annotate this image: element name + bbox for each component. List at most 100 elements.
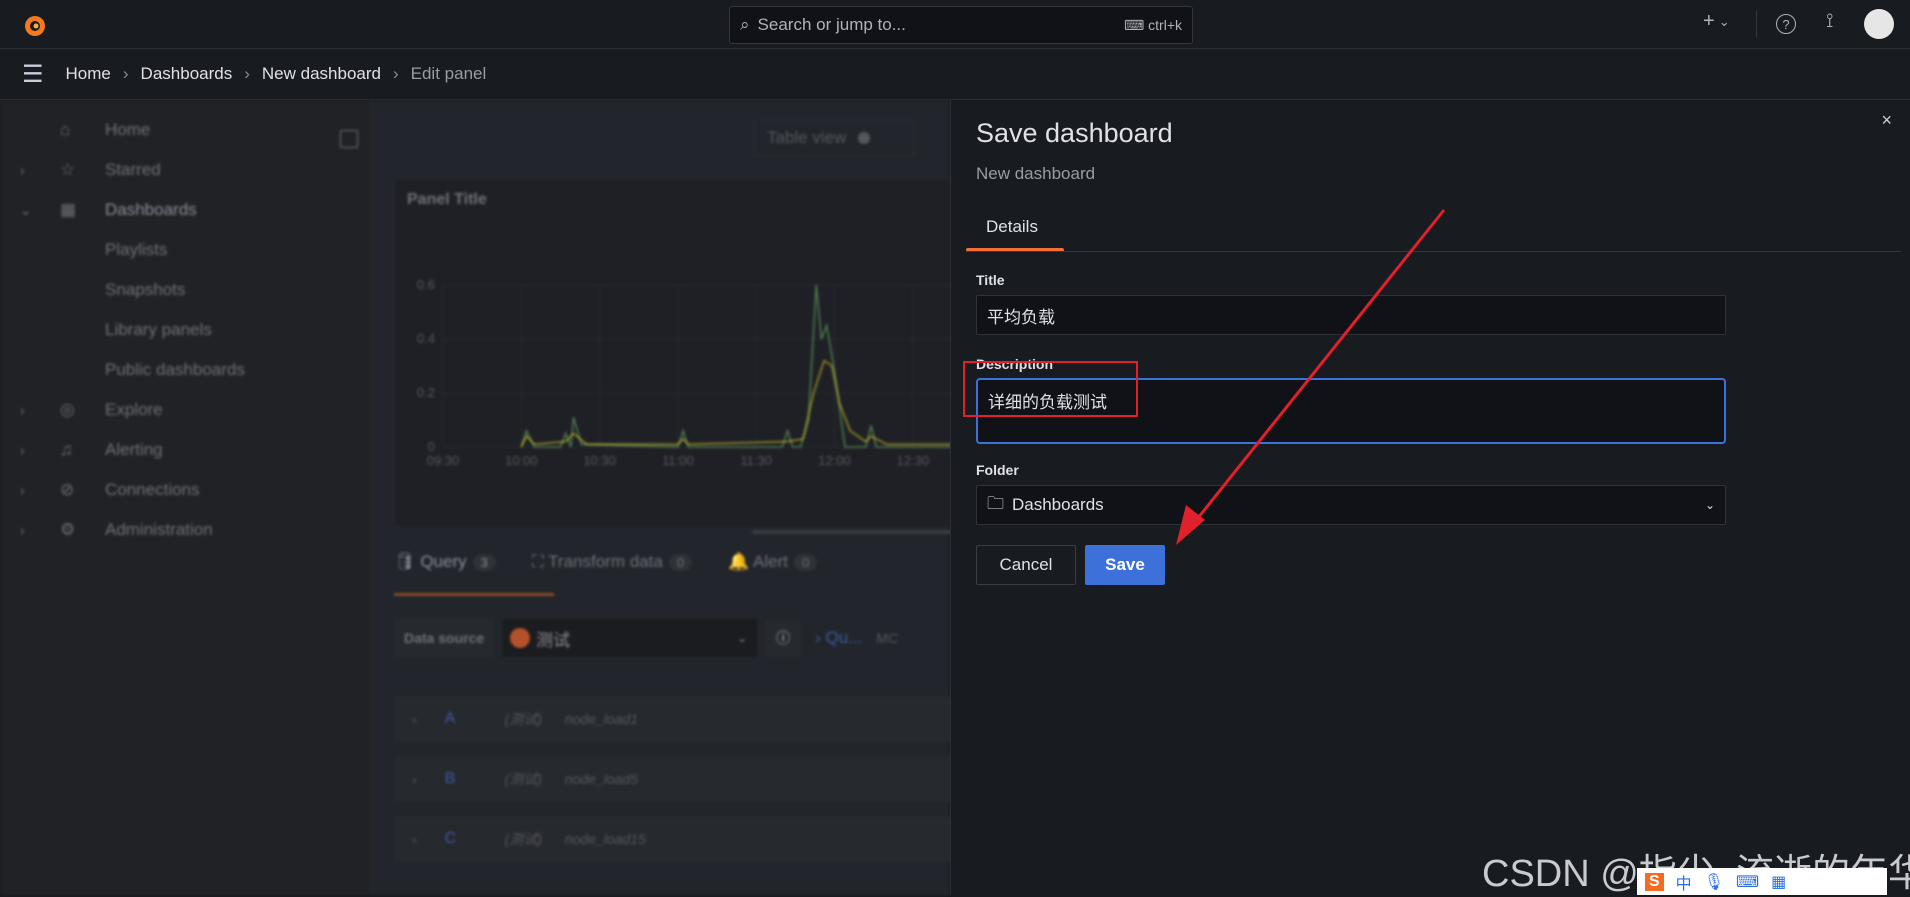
sidebar-item-label: Connections [105, 480, 200, 499]
cog-icon: ⚙ [60, 520, 76, 539]
close-icon[interactable]: × [1881, 110, 1892, 131]
sidebar-item-label: Playlists [105, 240, 168, 259]
search-icon: ⌕ [740, 15, 750, 34]
y-tick-label: 0.4 [417, 331, 435, 346]
sidebar-item-label: Library panels [105, 320, 212, 339]
datasource-icon [510, 628, 531, 648]
top-bar: ⌕ Search or jump to... ⌨ ctrl+k + ⌄ ? ⟟ [0, 0, 1910, 49]
x-tick-label: 10:30 [583, 453, 616, 468]
sidebar-item-home[interactable]: ⌂ Home [0, 110, 372, 150]
apps-icon: ▦ [60, 200, 77, 219]
sidebar-item-explore[interactable]: › ◎ Explore [0, 390, 372, 430]
menu-toggle-icon[interactable]: ☰ [22, 60, 44, 89]
chevron-right-icon[interactable]: › [20, 522, 25, 538]
description-textarea[interactable]: 详细的负载测试 [976, 378, 1726, 444]
sidebar-item-library-panels[interactable]: Library panels [0, 310, 372, 350]
tab-details[interactable]: Details [986, 217, 1038, 237]
drawer-subtitle: New dashboard [976, 164, 1096, 183]
sidebar-item-starred[interactable]: › ☆ Starred [0, 150, 372, 190]
chevron-right-icon[interactable]: › [412, 711, 417, 727]
datasource-help-button[interactable]: ⓘ [765, 619, 802, 657]
drawer-title: Save dashboard [976, 118, 1173, 148]
sidebar-item-playlists[interactable]: Playlists [0, 230, 372, 270]
datasource-row: Data source 测试 ⌄ ⓘ › Qu... MC [394, 618, 954, 658]
grafana-logo-icon[interactable] [22, 12, 48, 38]
query-ref: C [444, 830, 457, 847]
save-button[interactable]: Save [1085, 545, 1165, 585]
x-tick-label: 10:00 [505, 453, 538, 468]
news-rss-icon[interactable]: ⟟ [1826, 10, 1833, 33]
chevron-right-icon[interactable]: › [20, 162, 25, 178]
query-ref: B [444, 770, 456, 787]
sidebar-item-label: Alerting [105, 440, 163, 459]
chevron-right-icon[interactable]: › [20, 402, 25, 418]
table-view-toggle[interactable]: Table view [754, 120, 914, 156]
sidebar-item-label: Dashboards [105, 200, 197, 219]
keyboard-icon: ⌨ [1736, 873, 1760, 891]
chevron-down-icon: ⌄ [1718, 13, 1730, 29]
sidebar-item-label: Home [105, 120, 151, 139]
series-line-2 [520, 359, 952, 448]
breadcrumb-new-dashboard[interactable]: New dashboard [262, 64, 381, 84]
tab-divider [966, 251, 1901, 252]
x-tick-label: 12:00 [818, 453, 851, 468]
star-icon: ☆ [60, 160, 76, 179]
active-tab-indicator [394, 593, 554, 596]
tab-transform-data[interactable]: ⛶ Transform data 0 [532, 552, 693, 572]
breadcrumb-dashboards[interactable]: Dashboards [141, 64, 233, 84]
chevron-down-icon[interactable]: ⌄ [20, 202, 32, 219]
tab-alert[interactable]: 🔔 Alert 0 [728, 552, 818, 572]
chevron-right-icon[interactable]: › [20, 482, 25, 498]
query-row[interactable]: › A (测试) node_load1 [394, 696, 954, 742]
query-row[interactable]: › B (测试) node_load5 [394, 756, 954, 802]
breadcrumb-edit-panel: Edit panel [410, 64, 487, 83]
folder-picker[interactable]: 🗀 Dashboards ⌄ [976, 485, 1726, 525]
plus-icon: + [1703, 10, 1715, 32]
sidebar-item-administration[interactable]: › ⚙ Administration [0, 510, 372, 550]
query-expression: node_load15 [564, 831, 646, 847]
new-button[interactable]: + ⌄ [1703, 10, 1730, 33]
sidebar-item-dashboards[interactable]: ⌄ ▦ Dashboards [0, 190, 372, 230]
y-tick-label: 0 [428, 439, 435, 454]
sidebar-item-label: Administration [105, 520, 213, 539]
panel-scrollbar[interactable] [752, 530, 952, 534]
help-icon[interactable]: ? [1776, 14, 1796, 34]
plug-icon: ⊘ [60, 480, 75, 499]
query-row[interactable]: › C (测试) node_load15 [394, 816, 954, 862]
x-tick-label: 11:00 [662, 453, 694, 468]
breadcrumb-home[interactable]: Home [66, 64, 111, 84]
timeseries-chart: 0 0.2 0.4 0.6 09:30 10:00 10:30 11:00 11:30 12:00… [417, 277, 965, 468]
tab-query[interactable]: 🛢 Query 3 [394, 552, 496, 572]
sidebar-item-snapshots[interactable]: Snapshots [0, 270, 372, 310]
x-tick-label: 11:30 [740, 453, 772, 468]
query-expression: node_load5 [564, 771, 638, 787]
chevron-down-icon: ⌄ [1704, 498, 1715, 512]
title-input[interactable]: 平均负载 [976, 295, 1726, 335]
chevron-right-icon[interactable]: › [412, 831, 417, 847]
bell-icon: ♫ [60, 440, 73, 459]
sogou-icon: S [1645, 872, 1664, 891]
home-icon: ⌂ [60, 120, 71, 139]
sidebar-item-label: Snapshots [105, 280, 186, 299]
ime-toolbar: S 中 🎙 ⌨ ▦ [1637, 868, 1887, 895]
datasource-picker[interactable]: 测试 ⌄ [502, 619, 758, 657]
sidebar-item-public-dashboards[interactable]: Public dashboards [0, 350, 372, 390]
chevron-right-icon[interactable]: › [412, 771, 417, 787]
series-line-1 [520, 284, 952, 448]
query-datasource: (测试) [504, 771, 542, 787]
title-label: Title [976, 272, 1005, 288]
sidebar-item-connections[interactable]: › ⊘ Connections [0, 470, 372, 510]
editor-tabs: 🛢 Query 3 ⛶ Transform data 0 🔔 Alert 0 [394, 552, 818, 572]
panel-editor: Table view Panel Title 0 0.2 0.4 0.6 09:30 10… [372, 100, 965, 895]
x-tick-label: 12:30 [897, 453, 930, 468]
avatar[interactable] [1864, 9, 1894, 39]
sidebar-item-alerting[interactable]: › ♫ Alerting [0, 430, 372, 470]
query-options[interactable]: › Qu... [815, 628, 862, 648]
panel: Panel Title 0 0.2 0.4 0.6 09:30 10:00 10:30 11:… [394, 178, 965, 528]
sidebar: ⌂ Home › ☆ Starred ⌄ ▦ Dashboards Playlists Snaps… [0, 100, 372, 895]
chevron-right-icon[interactable]: › [20, 442, 25, 458]
search-input[interactable]: ⌕ Search or jump to... ⌨ ctrl+k [729, 6, 1193, 44]
cancel-button[interactable]: Cancel [976, 545, 1076, 585]
folder-icon: 🗀 [987, 493, 1004, 513]
compass-icon: ◎ [60, 400, 75, 419]
